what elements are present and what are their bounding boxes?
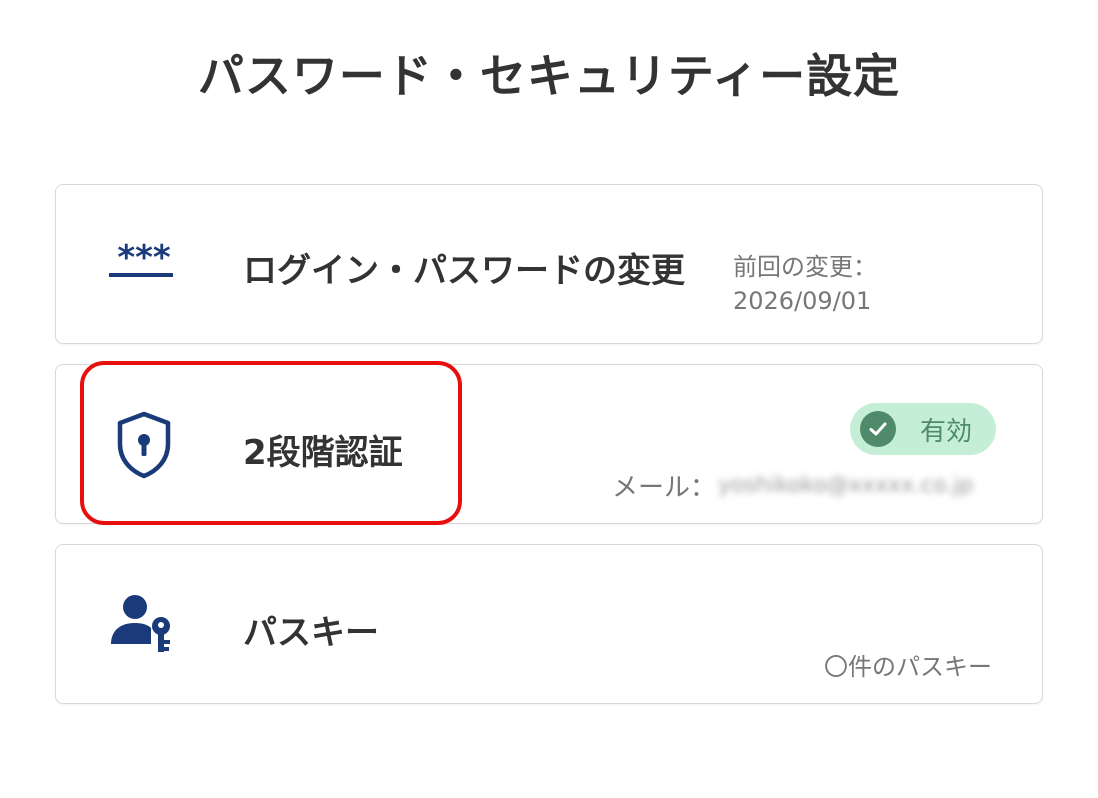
status-badge: 有効	[850, 403, 996, 455]
passkey-label: パスキー	[243, 613, 379, 653]
user-key-icon	[106, 587, 182, 663]
svg-text:***: ***	[117, 238, 171, 278]
email-label: メール：	[612, 473, 717, 503]
password-asterisks-icon: ***	[106, 227, 182, 303]
passkey-count: 〇件のパスキー	[824, 653, 992, 681]
last-changed-date: 2026/09/01	[733, 287, 872, 315]
last-changed-label: 前回の変更：	[733, 253, 877, 281]
password-change-card[interactable]: *** ログイン・パスワードの変更 前回の変更： 2026/09/01	[55, 184, 1043, 344]
password-change-label: ログイン・パスワードの変更	[243, 251, 685, 291]
two-factor-label: 2段階認証	[243, 433, 403, 473]
check-circle-icon	[860, 411, 896, 447]
page-title: パスワード・セキュリティー設定	[197, 49, 901, 103]
passkey-card[interactable]: パスキー 〇件のパスキー	[55, 544, 1043, 704]
email-row: メール： yoshikoko@xxxxx.co.jp	[612, 467, 973, 504]
email-value-blurred: yoshikoko@xxxxx.co.jp	[718, 473, 974, 498]
two-factor-card[interactable]: 2段階認証 有効 メール： yoshikoko@xxxxx.co.jp	[55, 364, 1043, 524]
shield-lock-icon	[106, 407, 182, 483]
status-text: 有効	[920, 416, 973, 447]
